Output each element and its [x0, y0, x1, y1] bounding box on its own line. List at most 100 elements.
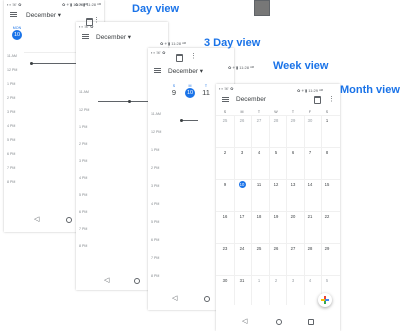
- month-day-cell[interactable]: 6: [286, 150, 300, 155]
- camera-icon: [254, 0, 270, 16]
- month-day-cell[interactable]: 24: [235, 246, 249, 251]
- month-day-cell[interactable]: 16: [218, 214, 232, 219]
- month-day-cell[interactable]: 2: [269, 278, 283, 283]
- month-day-cell[interactable]: 5: [269, 150, 283, 155]
- back-button[interactable]: ◁: [104, 276, 109, 284]
- month-day-cell[interactable]: 17: [235, 214, 249, 219]
- hour-label: 7 PM: [7, 166, 16, 170]
- month-day-cell[interactable]: 26: [235, 118, 249, 123]
- week-day-header[interactable]: S 9: [166, 84, 182, 97]
- month-view-screen: ▪ ▪ ☏ ✿ December ⋮ S M T W T F S 25 26 27 2…: [216, 84, 340, 331]
- hour-label: 12 PM: [79, 108, 90, 112]
- month-day-cell[interactable]: 18: [252, 214, 266, 219]
- week-day-header[interactable]: T 11: [198, 84, 214, 97]
- more-options-icon[interactable]: ⋮: [190, 52, 197, 60]
- hour-label: 2 PM: [79, 142, 88, 146]
- month-day-cell[interactable]: 4: [252, 150, 266, 155]
- selected-date: 10: [12, 30, 22, 40]
- month-day-cell[interactable]: 20: [286, 214, 300, 219]
- month-day-cell[interactable]: 28: [303, 246, 317, 251]
- back-button[interactable]: ◁: [242, 317, 247, 325]
- day-header[interactable]: MON 10: [10, 26, 24, 40]
- app-bar: ⋮ December ▾: [148, 53, 234, 75]
- day-column-divider: [233, 115, 235, 305]
- hour-label: 5 PM: [151, 220, 160, 224]
- month-day-cell[interactable]: 27: [252, 118, 266, 123]
- home-button[interactable]: [204, 296, 210, 302]
- month-day-cell[interactable]: 9: [218, 182, 232, 187]
- current-time-line: [182, 120, 198, 121]
- week-view-label: Week view: [273, 60, 329, 72]
- month-day-cell[interactable]: 25: [252, 246, 266, 251]
- month-day-cell[interactable]: 26: [269, 246, 283, 251]
- hour-label: 4 PM: [79, 176, 88, 180]
- month-dropdown[interactable]: December ▾: [96, 33, 131, 41]
- month-day-cell[interactable]: 14: [303, 182, 317, 187]
- month-day-cell[interactable]: 2: [218, 150, 232, 155]
- weekday-header: S: [223, 110, 227, 114]
- selected-date: 10: [185, 88, 195, 98]
- month-day-cell[interactable]: 27: [286, 246, 300, 251]
- week-day-header[interactable]: M 10: [182, 84, 198, 98]
- month-day-cell[interactable]: 23: [218, 246, 232, 251]
- hour-label: 7 PM: [79, 227, 88, 231]
- month-day-cell[interactable]: 4: [303, 278, 317, 283]
- month-day-cell[interactable]: 1: [320, 118, 334, 123]
- day-column-divider: [251, 115, 252, 305]
- month-label[interactable]: December: [236, 96, 266, 103]
- month-day-cell[interactable]: 29: [320, 246, 334, 251]
- hour-label: 3 PM: [7, 110, 16, 114]
- month-day-cell[interactable]: 25: [218, 118, 232, 123]
- status-time-week: ✿ ⁴⁄ ▮ 11:28 ᴬᴹ: [228, 65, 254, 70]
- hour-label: 5 PM: [7, 138, 16, 142]
- menu-icon[interactable]: [154, 68, 161, 73]
- home-button[interactable]: [66, 217, 72, 223]
- menu-icon[interactable]: [82, 34, 89, 39]
- month-day-cell[interactable]: 8: [320, 150, 334, 155]
- month-dropdown[interactable]: December ▾: [26, 11, 61, 19]
- create-event-button[interactable]: [318, 293, 332, 307]
- month-label: December: [26, 12, 56, 19]
- month-day-cell[interactable]: 30: [303, 118, 317, 123]
- month-day-cell[interactable]: 13: [286, 182, 300, 187]
- recent-apps-button[interactable]: [308, 319, 314, 325]
- menu-icon[interactable]: [222, 97, 229, 102]
- calendar-today-icon[interactable]: [86, 18, 93, 26]
- month-day-cell[interactable]: 29: [286, 118, 300, 123]
- hour-label: 12 PM: [7, 68, 18, 72]
- hour-label: 3 PM: [151, 184, 160, 188]
- more-options-icon[interactable]: ⋮: [328, 95, 335, 103]
- month-day-cell[interactable]: 28: [269, 118, 283, 123]
- back-button[interactable]: ◁: [172, 294, 177, 302]
- menu-icon[interactable]: [10, 12, 17, 17]
- month-day-cell[interactable]: 30: [218, 278, 232, 283]
- hour-label: 1 PM: [7, 82, 16, 86]
- month-day-cell[interactable]: 12: [269, 182, 283, 187]
- more-options-icon[interactable]: ⋮: [93, 16, 100, 24]
- month-day-cell[interactable]: 21: [303, 214, 317, 219]
- back-button[interactable]: ◁: [34, 215, 39, 223]
- month-day-cell[interactable]: 5: [320, 278, 334, 283]
- day-view-label: Day view: [132, 3, 180, 15]
- month-label: December: [168, 68, 198, 75]
- home-button[interactable]: [134, 278, 140, 284]
- month-day-cell[interactable]: 7: [303, 150, 317, 155]
- calendar-today-icon[interactable]: [314, 96, 321, 104]
- hour-label: 1 PM: [151, 148, 160, 152]
- month-day-cell[interactable]: 1: [252, 278, 266, 283]
- month-dropdown[interactable]: December ▾: [168, 67, 203, 75]
- month-day-cell[interactable]: 31: [235, 278, 249, 283]
- status-time-month: ✿ ⁴⁄ ▮ 11:29 ᴬᴹ: [297, 88, 323, 93]
- month-day-cell[interactable]: 11: [252, 182, 266, 187]
- hour-label: 8 PM: [79, 244, 88, 248]
- hour-label: 1 PM: [79, 125, 88, 129]
- month-day-cell[interactable]: 19: [269, 214, 283, 219]
- month-day-cell[interactable]: 3: [235, 150, 249, 155]
- month-day-cell[interactable]: 3: [286, 278, 300, 283]
- month-day-cell[interactable]: 10: [235, 182, 249, 187]
- hour-label: 4 PM: [7, 124, 16, 128]
- home-button[interactable]: [276, 319, 282, 325]
- month-day-cell[interactable]: 15: [320, 182, 334, 187]
- month-day-cell[interactable]: 22: [320, 214, 334, 219]
- calendar-today-icon[interactable]: [176, 54, 183, 62]
